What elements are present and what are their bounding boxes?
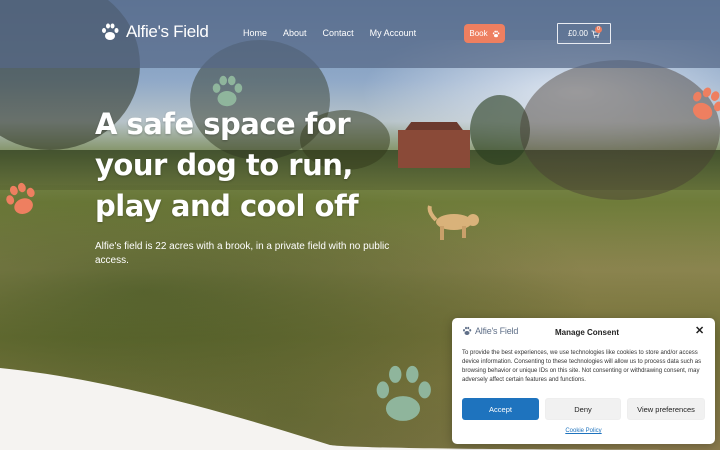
paw-icon (6, 182, 35, 214)
consent-dialog: Alfie's Field Manage Consent ✕ To provid… (452, 318, 715, 444)
logo-text: Alfie's Field (126, 22, 209, 41)
page: Alfie's Field Home About Contact My Acco… (0, 0, 720, 450)
cart-count-badge: 0 (595, 26, 602, 33)
consent-title: Manage Consent (555, 328, 620, 337)
site-logo[interactable]: Alfie's Field (100, 22, 209, 42)
accept-button[interactable]: Accept (462, 398, 539, 420)
nav-contact[interactable]: Contact (323, 28, 354, 38)
consent-body-text: To provide the best experiences, we use … (462, 350, 702, 383)
book-button[interactable]: Book (464, 24, 505, 43)
headline-line: play and cool off (95, 189, 359, 223)
book-label: Book (469, 29, 488, 38)
paw-icon (463, 326, 472, 335)
consent-logo-text: Alfie's Field (475, 326, 519, 336)
view-preferences-button[interactable]: View preferences (627, 398, 705, 420)
paw-icon (102, 23, 119, 40)
hero-subtext: Alfie's field is 22 acres with a brook, … (95, 241, 390, 266)
paw-icon (492, 30, 500, 37)
hero-headline: A safe space for your dog to run, play a… (95, 104, 395, 227)
paw-icon (692, 87, 720, 120)
main-nav: Home About Contact My Account (243, 28, 432, 38)
site-header: Alfie's Field Home About Contact My Acco… (0, 0, 720, 68)
cookie-policy-link[interactable]: Cookie Policy (452, 428, 715, 434)
close-icon[interactable]: ✕ (695, 326, 704, 337)
dog-image (427, 205, 479, 240)
nav-home[interactable]: Home (243, 28, 267, 38)
consent-logo: Alfie's Field (462, 326, 518, 336)
cart-total: £0.00 (567, 29, 589, 38)
headline-line: your dog to run, (95, 148, 353, 182)
nav-my-account[interactable]: My Account (370, 28, 417, 38)
cart-button[interactable]: £0.00 (557, 23, 611, 44)
headline-line: A safe space for (95, 107, 351, 141)
deny-button[interactable]: Deny (545, 398, 621, 420)
paw-icon (376, 365, 431, 421)
nav-about[interactable]: About (283, 28, 307, 38)
